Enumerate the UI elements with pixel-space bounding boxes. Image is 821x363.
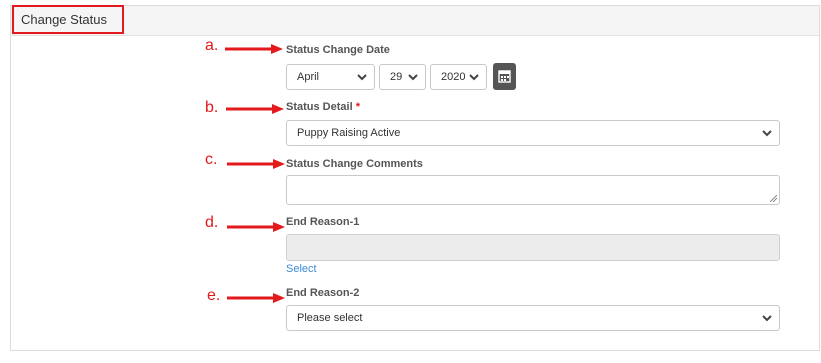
end-reason-2-value: Please select (297, 312, 363, 324)
month-select[interactable]: April (286, 64, 375, 90)
year-select[interactable]: 2020 (430, 64, 487, 90)
day-value: 29 (390, 71, 403, 83)
calendar-button[interactable] (493, 63, 516, 90)
status-detail-select[interactable]: Puppy Raising Active (286, 120, 780, 146)
month-value: April (297, 71, 320, 83)
status-change-comments-textarea[interactable] (286, 175, 780, 205)
chevron-down-icon (469, 74, 479, 81)
status-detail-label: Status Detail * (286, 101, 360, 113)
chevron-down-icon (357, 74, 367, 81)
red-arrow-icon (226, 104, 284, 114)
chevron-down-icon (762, 315, 772, 322)
year-value: 2020 (441, 71, 466, 83)
resize-grip-icon[interactable] (770, 195, 777, 202)
marker-c: c. (205, 151, 218, 168)
title-highlight-box (12, 5, 124, 34)
end-reason-2-select[interactable]: Please select (286, 305, 780, 331)
red-arrow-icon (227, 293, 285, 303)
chevron-down-icon (408, 74, 418, 81)
marker-e: e. (207, 287, 221, 304)
status-detail-value: Puppy Raising Active (297, 127, 401, 139)
end-reason-1-input (286, 234, 780, 261)
status-change-comments-label: Status Change Comments (286, 158, 423, 170)
status-change-date-label: Status Change Date (286, 44, 390, 56)
red-arrow-icon (225, 44, 283, 54)
marker-a: a. (205, 37, 219, 54)
required-marker: * (355, 101, 360, 113)
calendar-icon (498, 70, 511, 83)
panel-header: Change Status (11, 6, 819, 36)
end-reason-1-label: End Reason-1 (286, 216, 360, 228)
end-reason-1-select-link[interactable]: Select (286, 263, 317, 275)
marker-d: d. (205, 214, 219, 231)
chevron-down-icon (762, 130, 772, 137)
day-select[interactable]: 29 (379, 64, 426, 90)
status-detail-label-text: Status Detail (286, 101, 353, 113)
red-arrow-icon (227, 222, 285, 232)
end-reason-2-label: End Reason-2 (286, 287, 360, 299)
marker-b: b. (205, 99, 219, 116)
red-arrow-icon (227, 159, 285, 169)
